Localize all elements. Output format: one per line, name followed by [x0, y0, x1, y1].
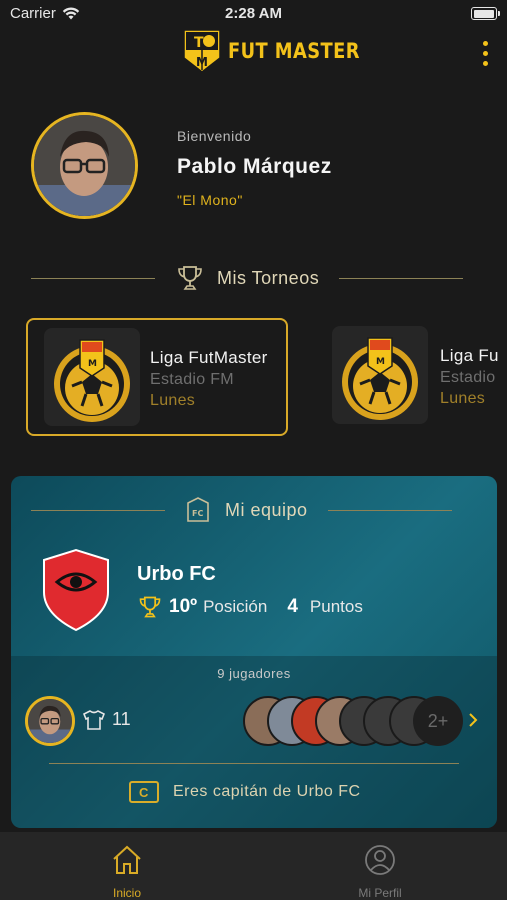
tab-bar: Inicio Mi Perfil — [0, 832, 507, 900]
tournament-card[interactable]: M Liga FutMaster Estadio FM Lunes — [26, 318, 288, 436]
home-icon — [113, 845, 141, 874]
chevron-right-icon[interactable] — [468, 712, 478, 728]
tournament-day: Lunes — [150, 392, 196, 409]
svg-text:M: M — [376, 357, 385, 367]
user-circle-icon — [365, 845, 395, 875]
team-header: FC Mi equipo — [31, 495, 477, 525]
points-label: Puntos — [309, 597, 363, 616]
status-bar: Carrier 2:28 AM — [0, 0, 507, 28]
team-section-title: Mi equipo — [225, 499, 308, 520]
tournament-day: Lunes — [440, 390, 486, 407]
team-name: Urbo FC — [137, 563, 216, 585]
tournaments-header: Mis Torneos — [31, 263, 477, 293]
futmaster-shield-icon: T M — [183, 29, 221, 73]
divider — [49, 763, 459, 764]
tournaments-title: Mis Torneos — [217, 267, 320, 288]
tab-home-label: Inicio — [112, 886, 141, 900]
captain-info: C Eres capitán de Urbo FC — [129, 781, 361, 803]
team-stats: 10º Posición 4 Puntos — [137, 594, 363, 620]
welcome-text: Bienvenido — [177, 128, 252, 144]
shirt-number-value: 11 — [112, 709, 131, 729]
tournament-name: Liga FutMaster — [150, 348, 268, 367]
tournament-venue: Estadio — [440, 369, 496, 386]
team-points: 4 — [287, 596, 298, 617]
shirt-icon — [83, 709, 105, 730]
tab-profile[interactable]: Mi Perfil — [320, 844, 440, 900]
more-vertical-icon[interactable] — [481, 41, 489, 66]
tournament-name: Liga Fu — [440, 346, 499, 365]
brand-name: FUT MASTER — [228, 39, 360, 63]
captain-text: Eres capitán de Urbo FC — [173, 783, 361, 800]
team-position: 10º — [169, 596, 198, 617]
players-stack[interactable]: 2+ — [243, 696, 468, 748]
svg-text:T: T — [194, 35, 204, 51]
league-logo: M — [44, 328, 140, 426]
tournament-venue: Estadio FM — [150, 371, 234, 388]
svg-text:M: M — [88, 359, 97, 369]
avatar[interactable] — [31, 112, 138, 219]
trophy-icon — [178, 266, 202, 290]
user-name: Pablo Márquez — [177, 155, 332, 178]
captain-badge: C — [129, 781, 159, 803]
tab-profile-label: Mi Perfil — [358, 886, 402, 900]
position-label: Posición — [203, 597, 268, 616]
user-nickname: "El Mono" — [177, 192, 243, 208]
clock: 2:28 AM — [225, 5, 282, 22]
avatar[interactable] — [25, 696, 75, 746]
more-players-badge: 2+ — [413, 696, 463, 746]
battery-icon — [471, 7, 500, 20]
tab-home[interactable]: Inicio — [67, 844, 187, 900]
brand-logo: T M FUT MASTER — [182, 28, 383, 74]
team-crest-icon — [43, 548, 109, 632]
svg-text:FC: FC — [192, 509, 203, 518]
players-count: 9 jugadores — [217, 666, 291, 681]
team-card[interactable]: FC Mi equipo Urbo FC 10º Posición 4 Punt… — [11, 476, 497, 828]
battery-level — [473, 9, 494, 18]
league-logo: M — [332, 326, 428, 424]
shirt-number: 11 — [83, 709, 131, 730]
fc-badge-icon: FC — [187, 497, 209, 522]
tournament-card[interactable]: M Liga Fu Estadio Lunes — [332, 318, 507, 436]
app-header: T M FUT MASTER — [0, 28, 507, 76]
trophy-icon — [139, 596, 161, 618]
